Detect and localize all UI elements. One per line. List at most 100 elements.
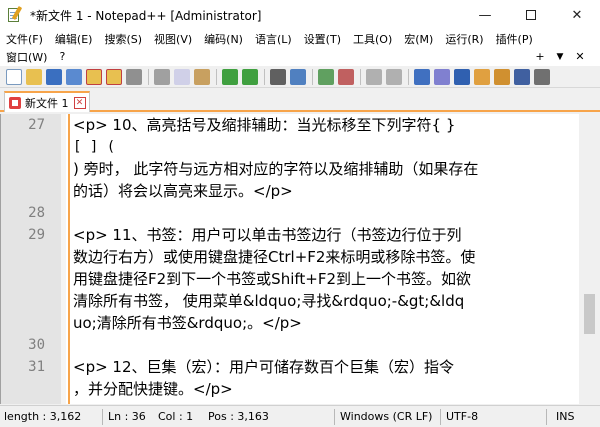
line-number — [1, 180, 45, 202]
undo-icon[interactable] — [222, 69, 238, 85]
text-line: 用键盘捷径F2到下一个书签或Shift+F2到上一个书签。如欲 — [73, 270, 472, 288]
text-line: <p> 10、高亮括号及缩排辅助：当光标移至下列字符{ } — [73, 116, 456, 134]
copy-icon[interactable] — [174, 69, 190, 85]
new-file-icon[interactable] — [6, 69, 22, 85]
text-line: [ ] ( — [73, 139, 116, 155]
cut-icon[interactable] — [154, 69, 170, 85]
replace-icon[interactable] — [290, 69, 306, 85]
doc-map-icon[interactable] — [494, 69, 510, 85]
line-number — [1, 246, 45, 268]
show-all-chars-icon[interactable] — [434, 69, 450, 85]
status-encoding: UTF-8 — [446, 410, 479, 423]
open-file-icon[interactable] — [26, 69, 42, 85]
tab-close-icon[interactable]: ✕ — [73, 96, 86, 109]
toolbar-separator — [148, 69, 149, 85]
new-tab-plus-icon[interactable]: + — [530, 50, 550, 63]
line-number — [1, 378, 45, 400]
line-number: 27 — [28, 117, 45, 133]
menu-run[interactable]: 运行(R) — [439, 31, 489, 47]
maximize-button[interactable] — [508, 0, 554, 30]
text-line: 清除所有书签， 使用菜单&ldquo;寻找&rdquo;-&gt;&ldq — [73, 292, 465, 310]
line-number: 29 — [28, 227, 45, 243]
line-number — [1, 158, 45, 180]
text-line: 的话）将会以高亮来显示。</p> — [73, 182, 293, 200]
status-divider — [102, 409, 103, 425]
indent-guide-icon[interactable] — [454, 69, 470, 85]
status-length: length : 3,162 — [4, 410, 82, 423]
close-document-icon[interactable]: ✕ — [570, 50, 590, 63]
menu-edit[interactable]: 编辑(E) — [49, 31, 99, 47]
zoom-out-icon[interactable] — [338, 69, 354, 85]
text-line: ，并分配快捷键。</p> — [73, 380, 233, 398]
status-bar: length : 3,162 Ln : 36 Col : 1 Pos : 3,1… — [0, 405, 600, 427]
line-number — [1, 136, 45, 158]
menu-plugins[interactable]: 插件(P) — [490, 31, 539, 47]
function-list-icon[interactable] — [514, 69, 530, 85]
menu-right-controls: + ▼ ✕ — [530, 48, 590, 65]
line-number — [1, 268, 45, 290]
line-number: 30 — [28, 337, 45, 353]
close-icon: ✕ — [571, 7, 583, 23]
tab-bar: 新文件 1 ✕ — [0, 88, 600, 112]
user-language-icon[interactable] — [474, 69, 490, 85]
scrollbar-thumb[interactable] — [584, 294, 595, 334]
line-number — [1, 290, 45, 312]
line-number: 31 — [28, 359, 45, 375]
save-icon[interactable] — [46, 69, 62, 85]
unsaved-document-icon — [9, 96, 21, 109]
vertical-scrollbar[interactable] — [579, 114, 600, 404]
minimize-icon: — — [478, 7, 492, 23]
toolbar-separator — [264, 69, 265, 85]
menu-row-secondary: 窗口(W) ? — [0, 48, 71, 65]
line-number — [1, 312, 45, 334]
folder-workspace-icon[interactable] — [534, 69, 550, 85]
caret-line-marker — [68, 114, 70, 404]
notepad-app-icon — [6, 5, 24, 24]
maximize-icon — [526, 10, 536, 20]
word-wrap-icon[interactable] — [414, 69, 430, 85]
text-line: 数边行右方）或使用键盘捷径Ctrl+F2来标明或移除书签。使 — [73, 248, 476, 266]
minimize-button[interactable]: — — [462, 0, 508, 30]
print-icon[interactable] — [126, 69, 142, 85]
status-line-ending: Windows (CR LF) — [340, 410, 433, 423]
find-icon[interactable] — [270, 69, 286, 85]
redo-icon[interactable] — [242, 69, 258, 85]
sync-horizontal-icon[interactable] — [386, 69, 402, 85]
menu-settings[interactable]: 设置(T) — [298, 31, 347, 47]
toolbar-separator — [408, 69, 409, 85]
menu-bar: 文件(F) 编辑(E) 搜索(S) 视图(V) 编码(N) 语言(L) 设置(T… — [0, 30, 600, 66]
text-line: <p> 11、书签：用户可以单击书签边行（书签边行位于列 — [73, 226, 462, 244]
toolbar — [0, 66, 600, 88]
menu-language[interactable]: 语言(L) — [249, 31, 298, 47]
editor-area[interactable]: 27 28 29 30 31 <p> 10、高亮括号及缩排辅助：当光标移至下列字… — [0, 114, 600, 404]
fold-margin[interactable] — [61, 114, 66, 404]
menu-view[interactable]: 视图(V) — [148, 31, 198, 47]
tab-new-file-1[interactable]: 新文件 1 ✕ — [4, 91, 90, 112]
menu-tools[interactable]: 工具(O) — [347, 31, 398, 47]
paste-icon[interactable] — [194, 69, 210, 85]
toolbar-separator — [312, 69, 313, 85]
zoom-in-icon[interactable] — [318, 69, 334, 85]
text-content[interactable]: <p> 10、高亮括号及缩排辅助：当光标移至下列字符{ } [ ] ( ) 旁时… — [73, 114, 578, 404]
menu-help[interactable]: ? — [53, 50, 71, 63]
menu-row-primary: 文件(F) 编辑(E) 搜索(S) 视图(V) 编码(N) 语言(L) 设置(T… — [0, 30, 539, 47]
close-all-icon[interactable] — [106, 69, 122, 85]
close-button[interactable]: ✕ — [554, 0, 600, 30]
status-insert-mode: INS — [556, 410, 575, 423]
menu-macro[interactable]: 宏(M) — [398, 31, 439, 47]
tab-label: 新文件 1 — [25, 96, 69, 110]
close-file-icon[interactable] — [86, 69, 102, 85]
toolbar-separator — [216, 69, 217, 85]
sync-vertical-icon[interactable] — [366, 69, 382, 85]
text-line: ) 旁时， 此字符与远方相对应的字符以及缩排辅助（如果存在 — [73, 160, 479, 178]
menu-file[interactable]: 文件(F) — [0, 31, 49, 47]
menu-search[interactable]: 搜索(S) — [98, 31, 148, 47]
status-divider — [440, 409, 441, 425]
line-number-gutter[interactable]: 27 28 29 30 31 — [1, 114, 61, 404]
tab-list-dropdown-icon[interactable]: ▼ — [550, 52, 570, 62]
menu-encoding[interactable]: 编码(N) — [198, 31, 249, 47]
save-all-icon[interactable] — [66, 69, 82, 85]
status-divider — [334, 409, 335, 425]
line-number: 28 — [28, 205, 45, 221]
menu-window[interactable]: 窗口(W) — [0, 49, 53, 65]
